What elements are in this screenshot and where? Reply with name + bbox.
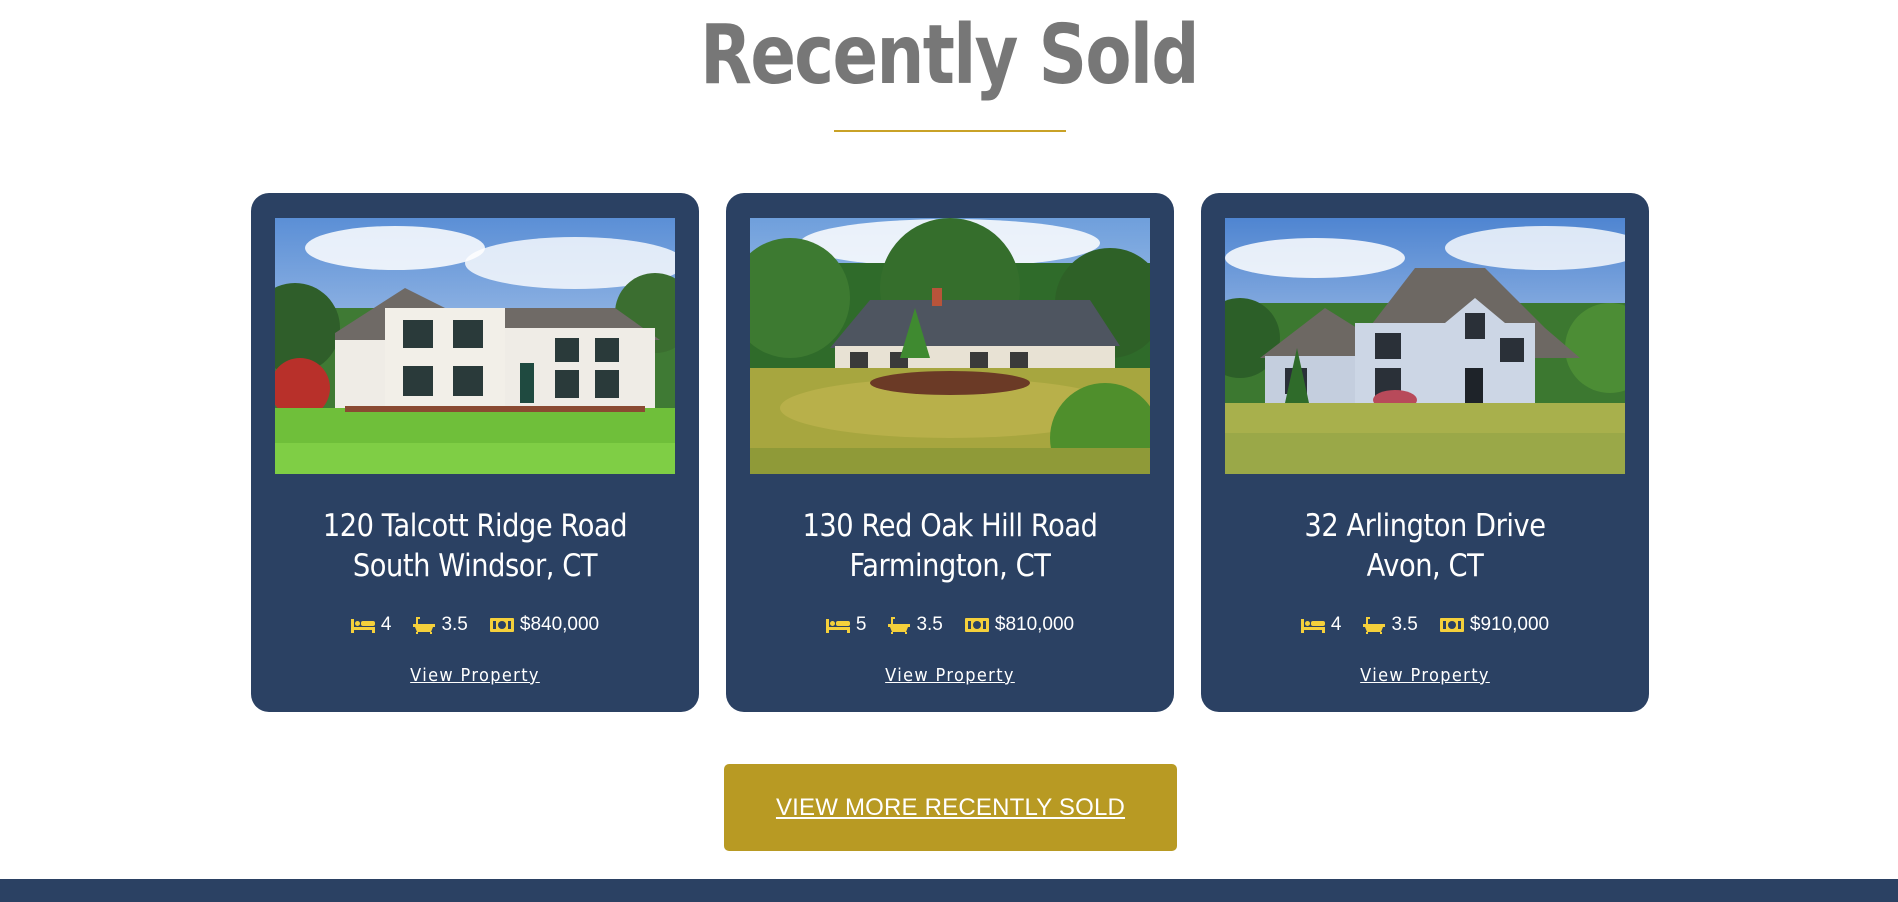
property-street: 120 Talcott Ridge Road xyxy=(322,508,628,544)
bathtub-icon xyxy=(413,617,436,634)
property-stats: 4 3.5 $840,000 xyxy=(251,614,699,636)
view-property-link[interactable]: View Property xyxy=(273,665,676,686)
property-street: 32 Arlington Drive xyxy=(1304,508,1546,544)
property-address: 32 Arlington Drive Avon, CT xyxy=(1201,506,1649,586)
footer-bar xyxy=(0,879,1898,902)
property-address: 120 Talcott Ridge Road South Windsor, CT xyxy=(251,506,699,586)
baths-stat: 3.5 xyxy=(888,614,943,636)
bed-icon xyxy=(1300,619,1325,633)
money-icon xyxy=(964,618,989,632)
price-stat: $840,000 xyxy=(489,614,600,636)
view-more-recently-sold-button[interactable]: VIEW MORE RECENTLY SOLD xyxy=(724,764,1177,851)
price-value: $910,000 xyxy=(1469,614,1550,635)
baths-count: 3.5 xyxy=(441,614,468,635)
view-property-link[interactable]: View Property xyxy=(1223,665,1626,686)
property-stats: 5 3.5 $810,000 xyxy=(726,614,1174,636)
money-icon xyxy=(1439,618,1464,632)
beds-count: 4 xyxy=(1330,614,1342,635)
property-photo[interactable] xyxy=(750,218,1150,474)
bathtub-icon xyxy=(888,617,911,634)
view-more-button-label: VIEW MORE RECENTLY SOLD xyxy=(775,793,1126,821)
beds-stat: 4 xyxy=(350,614,392,636)
beds-count: 4 xyxy=(380,614,392,635)
baths-count: 3.5 xyxy=(916,614,943,635)
property-card: 32 Arlington Drive Avon, CT 4 3.5 $910,0… xyxy=(1201,193,1649,712)
price-value: $840,000 xyxy=(519,614,600,635)
money-icon xyxy=(489,618,514,632)
property-city: Farmington, CT xyxy=(849,548,1051,584)
property-photo[interactable] xyxy=(1225,218,1625,474)
beds-count: 5 xyxy=(855,614,867,635)
baths-count: 3.5 xyxy=(1391,614,1418,635)
view-property-link[interactable]: View Property xyxy=(748,665,1151,686)
section-title: Recently Sold xyxy=(700,8,1199,103)
baths-stat: 3.5 xyxy=(413,614,468,636)
beds-stat: 5 xyxy=(825,614,867,636)
property-card: 130 Red Oak Hill Road Farmington, CT 5 3… xyxy=(726,193,1174,712)
property-card: 120 Talcott Ridge Road South Windsor, CT… xyxy=(251,193,699,712)
price-value: $810,000 xyxy=(994,614,1075,635)
title-divider xyxy=(834,130,1066,132)
property-photo[interactable] xyxy=(275,218,675,474)
price-stat: $910,000 xyxy=(1439,614,1550,636)
bathtub-icon xyxy=(1363,617,1386,634)
baths-stat: 3.5 xyxy=(1363,614,1418,636)
bed-icon xyxy=(350,619,375,633)
property-stats: 4 3.5 $910,000 xyxy=(1201,614,1649,636)
property-street: 130 Red Oak Hill Road xyxy=(802,508,1098,544)
price-stat: $810,000 xyxy=(964,614,1075,636)
property-city: South Windsor, CT xyxy=(352,548,598,584)
property-address: 130 Red Oak Hill Road Farmington, CT xyxy=(726,506,1174,586)
property-city: Avon, CT xyxy=(1366,548,1484,584)
bed-icon xyxy=(825,619,850,633)
beds-stat: 4 xyxy=(1300,614,1342,636)
